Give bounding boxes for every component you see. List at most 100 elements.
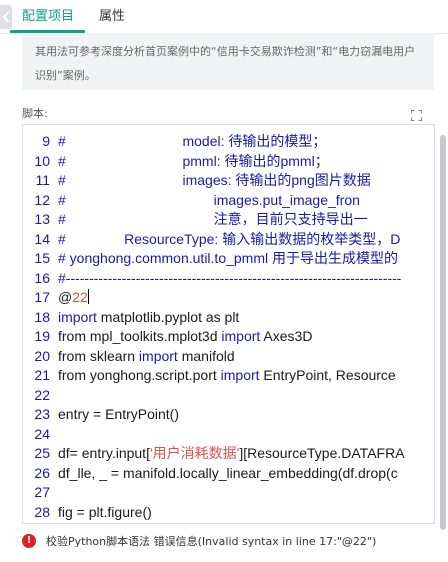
code-token: pmml: 待输出的pmml； — [65, 152, 329, 169]
code-editor[interactable]: 9 # model: 待输出的模型； 10 # pmml: 待输出的pmml； 11 # … — [22, 124, 435, 524]
code-token: # — [58, 230, 66, 247]
code-token: import — [138, 347, 178, 364]
description-box: 其用法可参考深度分析首页案例中的“信用卡交易欺诈检测”和“电力窃漏电用户识别”案… — [22, 33, 434, 90]
code-token: manifold — [177, 347, 235, 364]
line-number: 10 — [34, 152, 50, 169]
code-token: ax = fig.add_subplot(211, projection= — [58, 523, 287, 524]
tab-bar: 配置项目 属性 — [0, 0, 448, 34]
line-content: # 注意，目前只支持导出一 — [58, 210, 368, 230]
line-number: 13 — [34, 211, 50, 227]
line-content: @22 — [58, 288, 89, 308]
line-content: # yonghong.common.util.to_pmml 用于导出生成模型的 — [58, 249, 398, 269]
code-line: 28 fig = plt.figure() — [23, 503, 434, 523]
code-token: matplotlib.pyplot as plt — [96, 308, 240, 325]
code-line: 26 df_lle, _ = manifold.locally_linear_em… — [23, 464, 434, 484]
line-number: 18 — [34, 308, 50, 325]
code-lines: 9 # model: 待输出的模型； 10 # pmml: 待输出的pmml； 11 # … — [23, 132, 434, 524]
line-number: 16 — [34, 269, 50, 286]
code-token: from sklearn — [58, 347, 139, 364]
code-token: ][ResourceType.DATAFRA — [239, 445, 405, 461]
script-label: 脚本: — [22, 107, 48, 120]
code-token: df_lle, _ = manifold.locally_linear_embe… — [58, 464, 398, 481]
line-number: 28 — [34, 503, 50, 520]
code-token: entry = EntryPoint() — [58, 406, 179, 422]
fullscreen-icon[interactable] — [411, 110, 422, 121]
error-text: 校验Python脚本语法 错误信息(Invalid syntax in line… — [46, 535, 377, 548]
code-token: # — [58, 152, 66, 169]
line-content: from yonghong.script.port import EntryPo… — [58, 366, 396, 386]
line-content: import matplotlib.pyplot as plt — [58, 308, 239, 328]
code-line: 17 @22 — [23, 288, 434, 308]
code-token: from mpl_toolkits.mplot3d — [58, 328, 222, 344]
line-content: # images.put_image_fron — [58, 191, 360, 211]
line-content: # pmml: 待输出的pmml； — [58, 152, 329, 172]
line-number: 23 — [34, 406, 50, 422]
code-token: EntryPoint, Resource — [259, 367, 396, 383]
line-content: # ResourceType: 输入输出数据的枚举类型，D — [58, 230, 400, 250]
code-token: '用户消耗数据' — [149, 445, 240, 461]
code-token: '3d' — [287, 523, 308, 524]
line-content: entry = EntryPoint() — [58, 405, 179, 425]
code-token: # — [58, 133, 66, 149]
text-cursor — [87, 289, 89, 304]
code-token: @ — [58, 289, 73, 305]
code-token: ) — [308, 523, 313, 524]
collapse-panel-button[interactable] — [0, 5, 14, 29]
line-content: df= entry.input['用户消耗数据'][ResourceType.D… — [58, 444, 405, 464]
line-number: 27 — [34, 484, 50, 500]
scrollbar-thumb[interactable] — [440, 135, 446, 530]
code-line: 19 from mpl_toolkits.mplot3d import Axes3… — [23, 327, 434, 347]
code-line: 9 # model: 待输出的模型； — [23, 132, 434, 152]
line-content: df_lle, _ = manifold.locally_linear_embe… — [58, 464, 398, 484]
syntax-error-message: ! 校验Python脚本语法 错误信息(Invalid syntax in li… — [22, 532, 442, 550]
line-number: 24 — [34, 425, 50, 442]
code-token: from yonghong.script.port — [58, 367, 221, 383]
line-content: # images: 待输出的png图片数据 — [58, 171, 371, 191]
code-token: images.put_image_fron — [65, 191, 360, 208]
code-line: 10 # pmml: 待输出的pmml； — [23, 152, 434, 172]
tab-config-project[interactable]: 配置项目 — [16, 0, 80, 33]
line-number: 15 — [34, 250, 50, 266]
code-line: 22 — [23, 386, 434, 406]
line-number: 9 — [42, 133, 50, 149]
line-content: ax = fig.add_subplot(211, projection='3d… — [58, 522, 313, 524]
line-number: 25 — [34, 445, 50, 461]
code-line: 14 # ResourceType: 输入输出数据的枚举类型，D — [23, 230, 434, 250]
code-line: 16 #-------------------------------------… — [23, 269, 434, 289]
code-line: 11 # images: 待输出的png图片数据 — [23, 171, 434, 191]
chevron-left-icon — [1, 11, 14, 23]
line-content: # model: 待输出的模型； — [58, 132, 326, 152]
line-number: 22 — [34, 386, 50, 403]
code-line: 24 — [23, 425, 434, 445]
code-line: 15 # yonghong.common.util.to_pmml 用于导出生成模… — [23, 249, 434, 269]
line-number: 20 — [34, 347, 50, 364]
tab-properties[interactable]: 属性 — [95, 0, 129, 33]
line-number: 11 — [35, 172, 50, 188]
line-content: from mpl_toolkits.mplot3d import Axes3D — [58, 327, 312, 347]
code-token: 22 — [72, 289, 88, 305]
code-line: 21 from yonghong.script.port import Entry… — [23, 366, 434, 386]
code-token: Axes3D — [260, 328, 313, 344]
code-line: 12 # images.put_image_fron — [23, 191, 434, 211]
line-content: fig = plt.figure() — [58, 503, 152, 523]
code-line: 13 # 注意，目前只支持导出一 — [23, 210, 434, 230]
exclamation-icon: ! — [22, 534, 36, 548]
code-token: # — [58, 211, 66, 227]
code-token: # — [58, 172, 66, 188]
line-content: from sklearn import manifold — [58, 347, 235, 367]
code-token: # — [58, 191, 66, 208]
code-token: model: 待输出的模型； — [65, 133, 327, 149]
code-line: 20 from sklearn import manifold — [23, 347, 434, 367]
line-content: #---------------------------------------… — [58, 269, 401, 289]
line-number: 19 — [34, 328, 50, 344]
code-token: df= entry.input[ — [58, 445, 150, 461]
code-line: 29 ax = fig.add_subplot(211, projection='… — [23, 522, 434, 524]
line-number: 14 — [34, 230, 50, 247]
code-token: # yonghong.common.util.to_pmml 用于导出生成模型的 — [58, 250, 398, 266]
line-number: 26 — [34, 464, 50, 481]
code-token: import — [58, 308, 97, 325]
line-number: 12 — [34, 191, 50, 208]
code-line: 25 df= entry.input['用户消耗数据'][ResourceType… — [23, 444, 434, 464]
code-line: 23 entry = EntryPoint() — [23, 405, 434, 425]
code-token: fig = plt.figure() — [58, 503, 152, 520]
